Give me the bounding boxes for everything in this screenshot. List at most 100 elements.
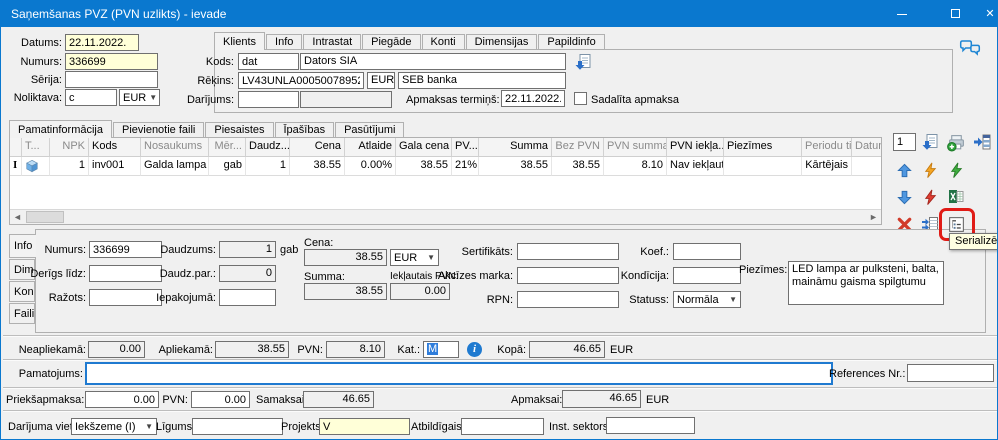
rekins-bank-field[interactable]: SEB banka — [398, 72, 566, 89]
column-header-pvn-iekla[interactable]: PVN iekļa... — [667, 138, 724, 157]
column-header-pvn-summa[interactable]: PVN summa — [604, 138, 667, 157]
main-tab-ipasibas[interactable]: Īpašības — [275, 122, 335, 137]
rekins-currency-field[interactable]: EUR — [367, 72, 395, 89]
client-tab-info[interactable]: Info — [266, 34, 302, 49]
info-icon[interactable]: i — [467, 342, 482, 357]
column-header-bez-pvn[interactable]: Bez PVN — [552, 138, 604, 157]
pamatojums-label: Pamatojums: — [9, 368, 83, 380]
piezimes-textarea[interactable]: LED lampa ar pulksteni, balta, maināmu g… — [788, 261, 944, 305]
close-button[interactable]: ✕ — [979, 1, 998, 27]
print-add-button[interactable] — [945, 131, 967, 153]
kondicija-field[interactable] — [673, 267, 741, 284]
payment-pvn-field[interactable] — [191, 391, 250, 408]
column-header-summa[interactable]: Summa — [479, 138, 552, 157]
numurs-field[interactable] — [65, 53, 158, 70]
references-field[interactable] — [907, 364, 994, 382]
main-tab-piesaistes[interactable]: Piesaistes — [205, 122, 273, 137]
kods-name-field[interactable]: Dators SIA — [300, 53, 566, 70]
client-tab-konti[interactable]: Konti — [422, 34, 465, 49]
quick-action-orange-button[interactable] — [919, 159, 941, 181]
column-header-gala-cena[interactable]: Gala cena — [396, 138, 452, 157]
projekts-field[interactable] — [319, 418, 410, 435]
darijuma-vieta-select[interactable]: Iekšzeme (I)▼ — [71, 418, 157, 435]
piezimes-label: Piezīmes: — [739, 264, 786, 276]
cell-pv: 21% — [452, 157, 479, 176]
kopa-label: Kopā: — [491, 344, 526, 356]
kods-label: Kods: — [151, 56, 234, 68]
attach-document-button[interactable] — [919, 131, 941, 153]
move-down-button[interactable] — [893, 186, 915, 208]
pvn-field: 8.10 — [326, 341, 385, 358]
column-header-kods[interactable]: Kods — [89, 138, 141, 157]
scroll-left-button[interactable]: ◄ — [10, 210, 25, 224]
column-header-datums-no[interactable]: Datums no — [852, 138, 882, 157]
serija-field[interactable] — [65, 71, 158, 88]
sadalita-apmaksa-checkbox[interactable] — [574, 92, 587, 105]
quick-action-red-button[interactable] — [919, 186, 941, 208]
ligums-field[interactable] — [192, 418, 283, 435]
main-tab-pievienotie-faili[interactable]: Pievienotie faili — [113, 122, 204, 137]
noliktava-field[interactable] — [65, 89, 117, 106]
prieksapmaksa-field[interactable] — [85, 391, 159, 408]
column-header-nosaukums[interactable]: Nosaukums — [141, 138, 209, 157]
kods-field[interactable] — [238, 53, 299, 70]
darijums-field[interactable] — [238, 91, 299, 108]
apmaksas-termins-label: Apmaksas termiņš: — [406, 94, 498, 106]
client-tab-piegade[interactable]: Piegāde — [362, 34, 420, 49]
apmaksai-label: Apmaksai: — [511, 394, 559, 406]
client-tab-papildinfo[interactable]: Papildinfo — [538, 34, 604, 49]
row-count-field[interactable] — [893, 133, 916, 151]
table-row[interactable]: I1inv001Galda lampagab138.550.00%38.5521… — [10, 157, 881, 176]
ligums-label: Līgums: — [156, 421, 189, 433]
quick-action-green-button[interactable] — [945, 159, 967, 181]
scroll-thumb[interactable] — [26, 211, 64, 223]
move-up-icon — [896, 162, 913, 179]
main-tab-pamatinformacija[interactable]: Pamatinformācija — [9, 120, 112, 138]
razots-label: Ražots: — [11, 292, 86, 304]
column-header-t[interactable]: T... — [22, 138, 50, 157]
column-header-daudz[interactable]: Daudz... — [246, 138, 290, 157]
separator — [3, 410, 997, 412]
scroll-right-button[interactable]: ► — [866, 210, 881, 224]
atbildigais-field[interactable] — [461, 418, 544, 435]
column-header-piezimes[interactable]: Piezīmes — [724, 138, 802, 157]
maximize-button[interactable] — [944, 1, 966, 27]
chat-button[interactable] — [958, 39, 982, 61]
column-header-npk[interactable]: NPK — [50, 138, 89, 157]
rekins-field[interactable] — [238, 72, 364, 89]
import-rows-button[interactable] — [971, 131, 993, 153]
bolt-green-icon — [948, 162, 965, 179]
koef-field[interactable] — [673, 243, 741, 260]
client-tab-intrastat[interactable]: Intrastat — [303, 34, 361, 49]
koef-label: Koef.: — [604, 246, 669, 258]
noliktava-label: Noliktava: — [1, 92, 62, 104]
serialize-button[interactable] — [945, 213, 967, 235]
move-up-button[interactable] — [893, 159, 915, 181]
h-scrollbar[interactable]: ◄ ► — [10, 209, 881, 224]
column-header-periodu-tips[interactable]: Periodu tips — [802, 138, 852, 157]
rpn-label: RPN: — [424, 294, 513, 306]
kat-field[interactable]: M — [423, 341, 459, 358]
detail-tab-faili[interactable]: Faili — [9, 303, 35, 324]
excel-export-button[interactable] — [945, 186, 967, 208]
apmaksas-termins-field[interactable] — [501, 90, 565, 107]
datums-field[interactable] — [65, 34, 139, 51]
detail-tab-info[interactable]: Info — [9, 234, 36, 258]
column-header-atlaide[interactable]: Atlaide — [345, 138, 396, 157]
client-tab-dimensijas[interactable]: Dimensijas — [466, 34, 538, 49]
column-header-pv[interactable]: PV... — [452, 138, 479, 157]
minimize-button[interactable] — [891, 1, 913, 27]
inst-sektors-field[interactable] — [606, 417, 695, 434]
column-header-selector[interactable] — [10, 138, 22, 157]
prieksapmaksa-label: Priekšapmaksa: — [6, 394, 83, 406]
client-tab-klients[interactable]: Klients — [214, 32, 265, 50]
column-header-mer[interactable]: Mēr... — [209, 138, 246, 157]
pamatojums-field[interactable] — [85, 362, 833, 385]
column-header-cena[interactable]: Cena — [290, 138, 345, 157]
main-tab-pasutijumi[interactable]: Pasūtījumi — [335, 122, 404, 137]
iepakojuma-field[interactable] — [219, 289, 276, 306]
statuss-select[interactable]: Normāla▼ — [673, 291, 741, 308]
select-document-button[interactable] — [572, 51, 594, 73]
payment-pvn-label: PVN: — [161, 394, 188, 406]
table-header-row: T...NPKKodsNosaukumsMēr...Daudz...CenaAt… — [10, 138, 881, 157]
